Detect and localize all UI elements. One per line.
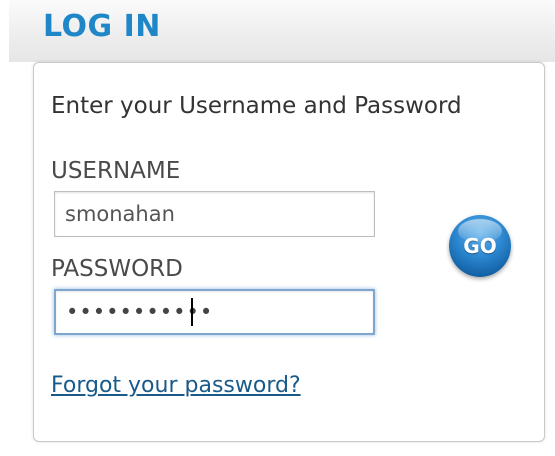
password-input[interactable] — [54, 289, 375, 335]
password-label: PASSWORD — [51, 256, 183, 282]
text-cursor — [191, 298, 193, 326]
go-button-label: GO — [463, 234, 497, 258]
page-title: LOG IN — [43, 9, 161, 44]
go-button[interactable]: GO — [449, 215, 511, 277]
username-label: USERNAME — [51, 158, 181, 184]
username-input[interactable] — [54, 191, 375, 237]
forgot-password-link[interactable]: Forgot your password? — [51, 372, 301, 400]
instructions-text: Enter your Username and Password — [51, 93, 462, 119]
